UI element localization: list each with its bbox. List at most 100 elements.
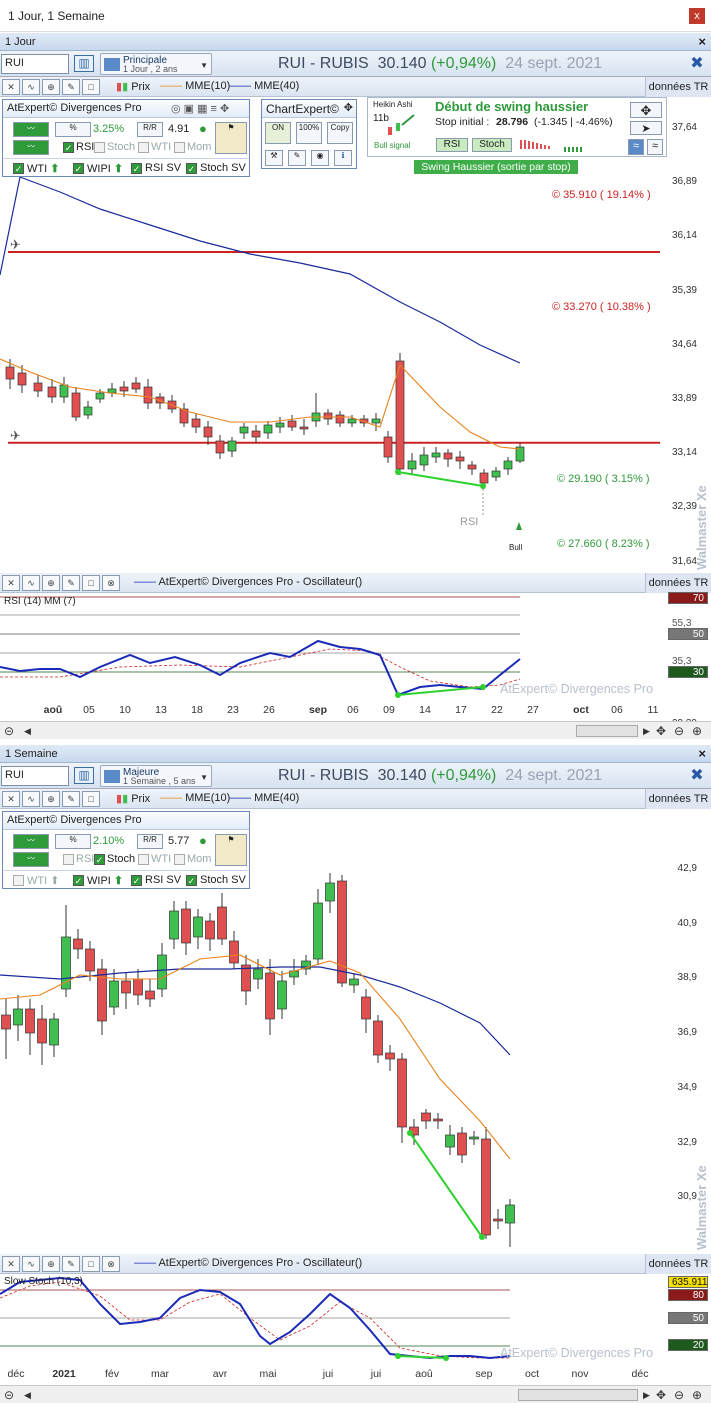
- window-icon[interactable]: □: [82, 79, 100, 95]
- link-icon[interactable]: ⊝: [4, 724, 14, 738]
- wti-filter-checkbox[interactable]: ✓: [13, 875, 24, 886]
- osc-pen-icon[interactable]: ✎: [62, 1256, 80, 1272]
- wrench-icon[interactable]: ✖: [687, 54, 707, 74]
- bottom-symbol-input[interactable]: RUI: [1, 766, 69, 786]
- osc-magnifier-icon[interactable]: ⊕: [42, 575, 60, 591]
- top-pane-close-icon[interactable]: ×: [698, 34, 706, 49]
- bottom-osc-title[interactable]: —— AtExpert© Divergences Pro - Oscillate…: [134, 1257, 362, 1269]
- osc-wave-icon[interactable]: ∿: [22, 1256, 40, 1272]
- top-book-icon[interactable]: ▥: [74, 55, 94, 72]
- legend-prix[interactable]: ▮▮ Prix: [116, 792, 150, 805]
- pan-icon[interactable]: ✥: [656, 724, 666, 738]
- tool-icon-b[interactable]: ✎: [288, 150, 306, 166]
- osc-window-icon[interactable]: □: [82, 1256, 100, 1272]
- rsi-checkbox[interactable]: ✓: [63, 854, 74, 865]
- cursor-icon[interactable]: ➤: [630, 121, 662, 135]
- osc-tools-icon[interactable]: ✕: [2, 575, 20, 591]
- osc-wave-icon[interactable]: ∿: [22, 575, 40, 591]
- info-icon[interactable]: ℹ: [334, 150, 352, 166]
- rr-icon[interactable]: R/R: [137, 122, 163, 137]
- stop-value: 28.796: [496, 116, 529, 128]
- scroll-right-icon[interactable]: ▶: [643, 1390, 650, 1401]
- zoom-in-icon[interactable]: ⊕: [692, 724, 702, 738]
- legend-mme40[interactable]: —— MME(40): [229, 80, 299, 92]
- wti-checkbox[interactable]: ✓: [138, 142, 149, 153]
- signal-stoch-button[interactable]: Stoch: [472, 138, 512, 152]
- div-pattern-icon[interactable]: 〰: [13, 122, 49, 137]
- legend-prix[interactable]: ▮▮ Prix: [116, 80, 150, 93]
- bottom-layout-select[interactable]: Majeure 1 Semaine , 5 ans ▼: [100, 765, 212, 787]
- wti-checkbox[interactable]: ✓: [138, 854, 149, 865]
- chart-icon-a[interactable]: ≈: [628, 139, 644, 155]
- tools-icon[interactable]: ✕: [2, 79, 20, 95]
- tools-icon[interactable]: ✕: [2, 791, 20, 807]
- scroll-left-icon[interactable]: ◀: [24, 1390, 31, 1401]
- tool-icon-a[interactable]: ⚒: [265, 150, 283, 166]
- tool-icon-c[interactable]: ◉: [311, 150, 329, 166]
- div-pattern-icon[interactable]: 〰: [13, 834, 49, 849]
- div-pattern-icon-2[interactable]: 〰: [13, 852, 49, 867]
- wipi-filter-checkbox[interactable]: ✓: [73, 163, 84, 174]
- osc-close-icon[interactable]: ⊗: [102, 575, 120, 591]
- signal-rsi-button[interactable]: RSI: [436, 138, 468, 152]
- scroll-left-icon[interactable]: ◀: [24, 726, 31, 737]
- wave-icon[interactable]: ∿: [22, 791, 40, 807]
- pen-icon[interactable]: ✎: [62, 791, 80, 807]
- window-icon[interactable]: □: [82, 791, 100, 807]
- bottom-pane-close-icon[interactable]: ×: [698, 746, 706, 761]
- osc-close-icon[interactable]: ⊗: [102, 1256, 120, 1272]
- osc-magnifier-icon[interactable]: ⊕: [42, 1256, 60, 1272]
- mom-checkbox[interactable]: ✓: [174, 142, 185, 153]
- move-icon-2[interactable]: ✥: [630, 102, 662, 118]
- wrench-icon[interactable]: ✖: [687, 766, 707, 786]
- flag-icon[interactable]: ⚑: [215, 834, 247, 866]
- pen-icon[interactable]: ✎: [62, 79, 80, 95]
- zoom-out-icon[interactable]: ⊖: [674, 1388, 684, 1402]
- div-pattern-icon-2[interactable]: 〰: [13, 140, 49, 155]
- settings-icon[interactable]: ◎ ▣ ▦ ≡ ✥: [171, 102, 229, 115]
- magnifier-icon[interactable]: ⊕: [42, 791, 60, 807]
- bottom-book-icon[interactable]: ▥: [74, 767, 94, 784]
- scroll-thumb[interactable]: [518, 1389, 638, 1401]
- flag-icon[interactable]: ⚑: [215, 122, 247, 154]
- legend-mme10[interactable]: —— MME(10): [160, 792, 230, 804]
- ratio-icon[interactable]: %: [55, 834, 91, 849]
- rsisv-checkbox[interactable]: ✓: [131, 875, 142, 886]
- zoom-in-icon[interactable]: ⊕: [692, 1388, 702, 1402]
- wipi-filter-checkbox[interactable]: ✓: [73, 875, 84, 886]
- stoch-checkbox[interactable]: ✓: [94, 142, 105, 153]
- osc-window-icon[interactable]: □: [82, 575, 100, 591]
- wave-icon[interactable]: ∿: [22, 79, 40, 95]
- stochsv-checkbox[interactable]: ✓: [186, 875, 197, 886]
- zoom-out-icon[interactable]: ⊖: [674, 724, 684, 738]
- pan-icon[interactable]: ✥: [656, 1388, 666, 1402]
- bottom-scrollbar[interactable]: ⊝ ◀ ▶ ✥ ⊖ ⊕: [0, 1385, 711, 1403]
- rr-icon[interactable]: R/R: [137, 834, 163, 849]
- stochsv-checkbox[interactable]: ✓: [186, 163, 197, 174]
- top-osc-title[interactable]: —— AtExpert© Divergences Pro - Oscillate…: [134, 576, 362, 588]
- chartexpert-copy-button[interactable]: Copy: [327, 122, 353, 144]
- mom-checkbox[interactable]: ✓: [174, 854, 185, 865]
- chartexpert-100-button[interactable]: 100%: [296, 122, 322, 144]
- rsisv-checkbox[interactable]: ✓: [131, 163, 142, 174]
- osc-pen-icon[interactable]: ✎: [62, 575, 80, 591]
- scroll-right-icon[interactable]: ▶: [643, 726, 650, 737]
- top-symbol-input[interactable]: RUI: [1, 54, 69, 74]
- osc-tools-icon[interactable]: ✕: [2, 1256, 20, 1272]
- top-layout-select[interactable]: Principale 1 Jour , 2 ans ▼: [100, 53, 212, 75]
- move-icon[interactable]: ✥: [344, 101, 353, 114]
- wti-filter-checkbox[interactable]: ✓: [13, 163, 24, 174]
- link-icon[interactable]: ⊝: [4, 1388, 14, 1402]
- scroll-thumb[interactable]: [576, 725, 638, 737]
- window-close-button[interactable]: x: [689, 8, 705, 24]
- top-scrollbar[interactable]: ⊝ ◀ ▶ ✥ ⊖ ⊕: [0, 721, 711, 739]
- x-tick-label: jui: [322, 1368, 334, 1380]
- chartexpert-on-button[interactable]: ON: [265, 122, 291, 144]
- magnifier-icon[interactable]: ⊕: [42, 79, 60, 95]
- legend-mme40[interactable]: —— MME(40): [229, 792, 299, 804]
- stoch-checkbox[interactable]: ✓: [94, 854, 105, 865]
- rsi-checkbox[interactable]: ✓: [63, 142, 74, 153]
- chart-icon-b[interactable]: ≈: [647, 139, 663, 155]
- ratio-icon[interactable]: %: [55, 122, 91, 137]
- legend-mme10[interactable]: —— MME(10): [160, 80, 230, 92]
